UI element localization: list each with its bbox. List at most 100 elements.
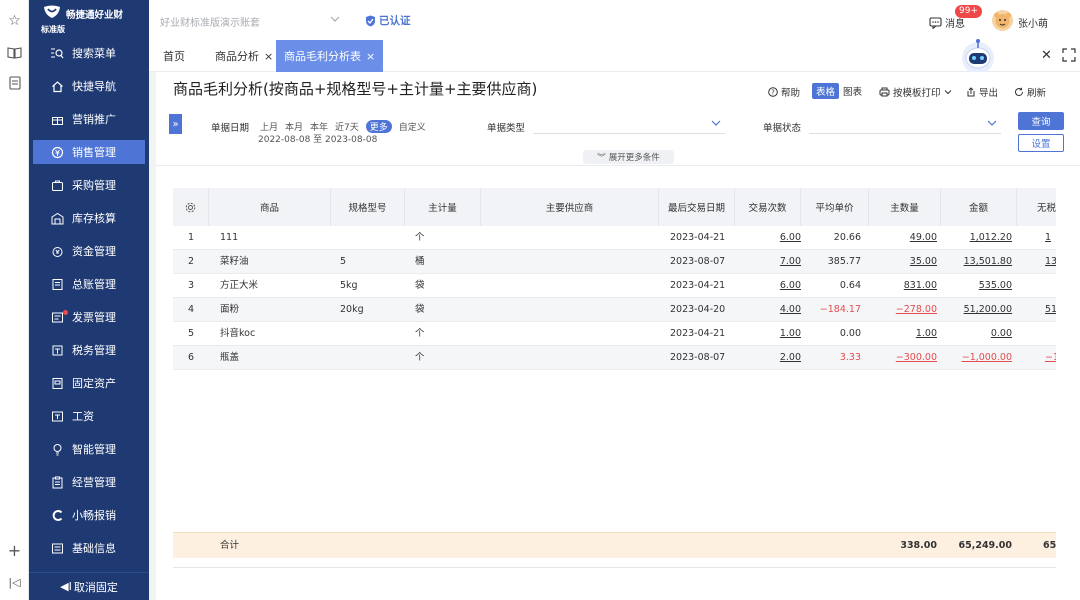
cell-qty[interactable]: −278.00 — [869, 298, 937, 322]
help-button[interactable]: ? 帮助 — [768, 84, 800, 100]
cell-qty[interactable]: 1.00 — [869, 322, 937, 346]
table-row[interactable]: 2 菜籽油 5 桶 2023-08-07 7.00 385.77 35.00 13,501.80… — [173, 250, 1056, 274]
cell-amount[interactable]: 535.00 — [941, 274, 1012, 298]
tab[interactable]: 商品毛利分析表 × — [276, 40, 384, 72]
filter-panel: » 单据日期 上月 本月 本年 近7天 更多 自定义 2022-08-08 至 2023-… — [156, 102, 1080, 166]
sidebar-item[interactable]: 智能管理 — [33, 437, 145, 461]
chevron-down-icon[interactable] — [330, 14, 340, 24]
view-table-button[interactable]: 表格 — [812, 83, 840, 99]
close-icon[interactable]: × — [366, 50, 375, 63]
sidebar-item[interactable]: 经营管理 — [33, 470, 145, 494]
purchase-icon — [49, 177, 65, 193]
view-chart-button[interactable]: 图表 — [839, 83, 866, 99]
expand-panel-icon[interactable]: » — [169, 114, 182, 134]
header-amount[interactable]: 金额 — [941, 188, 1017, 226]
star-icon[interactable]: ☆ — [6, 12, 23, 29]
account-selector[interactable]: 好业财标准版演示账套 — [160, 14, 260, 29]
status-select[interactable] — [809, 114, 1001, 134]
header-untaxed[interactable]: 无税 — [1017, 188, 1056, 226]
query-button[interactable]: 查询 — [1018, 112, 1064, 130]
sidebar-item[interactable]: 发票管理 — [33, 305, 145, 329]
fullscreen-icon[interactable] — [1062, 48, 1076, 62]
tab[interactable]: 首页 — [155, 40, 193, 72]
cell-untaxed[interactable]: 13 — [1045, 250, 1056, 274]
header-avg-price[interactable]: 平均单价 — [801, 188, 869, 226]
cell-amount[interactable]: 1,012.20 — [941, 226, 1012, 250]
date-range[interactable]: 2022-08-08 至 2023-08-08 — [258, 132, 377, 145]
cell-no: 3 — [187, 280, 195, 291]
cell-qty[interactable]: 35.00 — [869, 250, 937, 274]
salary-icon — [49, 408, 65, 424]
cell-count[interactable]: 1.00 — [735, 322, 801, 346]
cell-unit: 个 — [415, 232, 425, 243]
cell-untaxed[interactable]: −1, — [1045, 346, 1056, 370]
unpin-button[interactable]: ◀I 取消固定 — [29, 572, 149, 600]
date-label: 单据日期 — [211, 123, 250, 134]
sidebar-item[interactable]: 资金管理 — [33, 239, 145, 263]
table-row[interactable]: 3 方正大米 5kg 袋 2023-04-21 6.00 0.64 831.00 535.00 — [173, 274, 1056, 298]
cell-amount[interactable]: 13,501.80 — [941, 250, 1012, 274]
header-supplier[interactable]: 主要供应商 — [481, 188, 659, 226]
avatar[interactable] — [992, 10, 1013, 31]
table-row[interactable]: 6 瓶盖 个 2023-08-07 2.00 3.33 −300.00−1,000.00 −1… — [173, 346, 1056, 370]
cell-count[interactable]: 6.00 — [735, 226, 801, 250]
sidebar-item[interactable]: 采购管理 — [33, 173, 145, 197]
username[interactable]: 张小萌 — [1018, 15, 1048, 30]
sidebar-item[interactable]: 小畅报销 — [33, 503, 145, 527]
cell-qty[interactable]: 49.00 — [869, 226, 937, 250]
top-bar: 好业财标准版演示账套 已认证 消息 99+ 张小萌 — [149, 0, 1080, 40]
collapse-rail-icon[interactable]: |◁ — [6, 574, 23, 591]
cell-amount[interactable]: 0.00 — [941, 322, 1012, 346]
cell-amount[interactable]: −1,000.00 — [941, 346, 1012, 370]
cell-count[interactable]: 7.00 — [735, 250, 801, 274]
refresh-button[interactable]: 刷新 — [1014, 84, 1046, 100]
sidebar-item[interactable]: 工资 — [33, 404, 145, 428]
data-table: 商品 规格型号 主计量 主要供应商 最后交易日期 交易次数 平均单价 主数量 金… — [173, 188, 1056, 568]
cell-no: 5 — [187, 328, 195, 339]
cell-count[interactable]: 6.00 — [735, 274, 801, 298]
more-conditions-button[interactable]: ︾ 展开更多条件 — [583, 150, 674, 164]
cell-count[interactable]: 2.00 — [735, 346, 801, 370]
table-row[interactable]: 4 面粉 20kg 袋 2023-04-20 4.00 −184.17 −278.00 51,2… — [173, 298, 1056, 322]
add-icon[interactable]: + — [6, 541, 23, 560]
sidebar-item[interactable]: 快捷导航 — [33, 74, 145, 98]
date-quick-option[interactable]: 自定义 — [399, 120, 426, 133]
header-spec[interactable]: 规格型号 — [331, 188, 405, 226]
book-icon[interactable] — [6, 44, 23, 61]
column-settings-icon[interactable] — [173, 188, 209, 226]
asset-icon — [49, 375, 65, 391]
type-select[interactable] — [533, 114, 725, 134]
footer-qty: 338.00 — [900, 540, 937, 551]
sidebar-item[interactable]: 搜索菜单 — [33, 41, 145, 65]
sidebar-item[interactable]: 总账管理 — [33, 272, 145, 296]
sidebar-item[interactable]: 税务管理 — [33, 338, 145, 362]
settings-button[interactable]: 设置 — [1018, 134, 1064, 152]
cell-untaxed[interactable]: 1 — [1045, 226, 1051, 250]
sidebar-item[interactable]: 销售管理 — [33, 140, 145, 164]
print-button[interactable]: 按模板打印 — [879, 84, 952, 100]
sidebar-item[interactable]: 基础信息 — [33, 536, 145, 560]
cell-count[interactable]: 4.00 — [735, 298, 801, 322]
header-product[interactable]: 商品 — [209, 188, 331, 226]
close-tab-icon[interactable]: ✕ — [1041, 48, 1052, 63]
export-button[interactable]: 导出 — [966, 84, 998, 100]
table-row[interactable]: 5 抖音koc 个 2023-04-21 1.00 0.00 1.00 0.00 — [173, 322, 1056, 346]
header-unit[interactable]: 主计量 — [405, 188, 481, 226]
header-qty[interactable]: 主数量 — [869, 188, 941, 226]
cell-qty[interactable]: 831.00 — [869, 274, 937, 298]
header-count[interactable]: 交易次数 — [735, 188, 801, 226]
cell-untaxed[interactable]: 51, — [1045, 298, 1056, 322]
header-last-date[interactable]: 最后交易日期 — [659, 188, 735, 226]
cell-qty[interactable]: −300.00 — [869, 346, 937, 370]
close-icon[interactable]: × — [264, 50, 273, 63]
sidebar-item-label: 税务管理 — [72, 344, 116, 357]
tab[interactable]: 商品分析 × — [207, 40, 281, 72]
table-row[interactable]: 1 111 个 2023-04-21 6.00 20.66 49.00 1,012.20 1 — [173, 226, 1056, 250]
document-icon[interactable] — [6, 74, 23, 91]
assistant-robot-icon[interactable] — [957, 36, 999, 76]
sidebar-item[interactable]: 营销推广 — [33, 107, 145, 131]
print-label: 按模板打印 — [893, 88, 941, 99]
sidebar-item[interactable]: 库存核算 — [33, 206, 145, 230]
cell-amount[interactable]: 51,200.00 — [941, 298, 1012, 322]
sidebar-item[interactable]: 固定资产 — [33, 371, 145, 395]
